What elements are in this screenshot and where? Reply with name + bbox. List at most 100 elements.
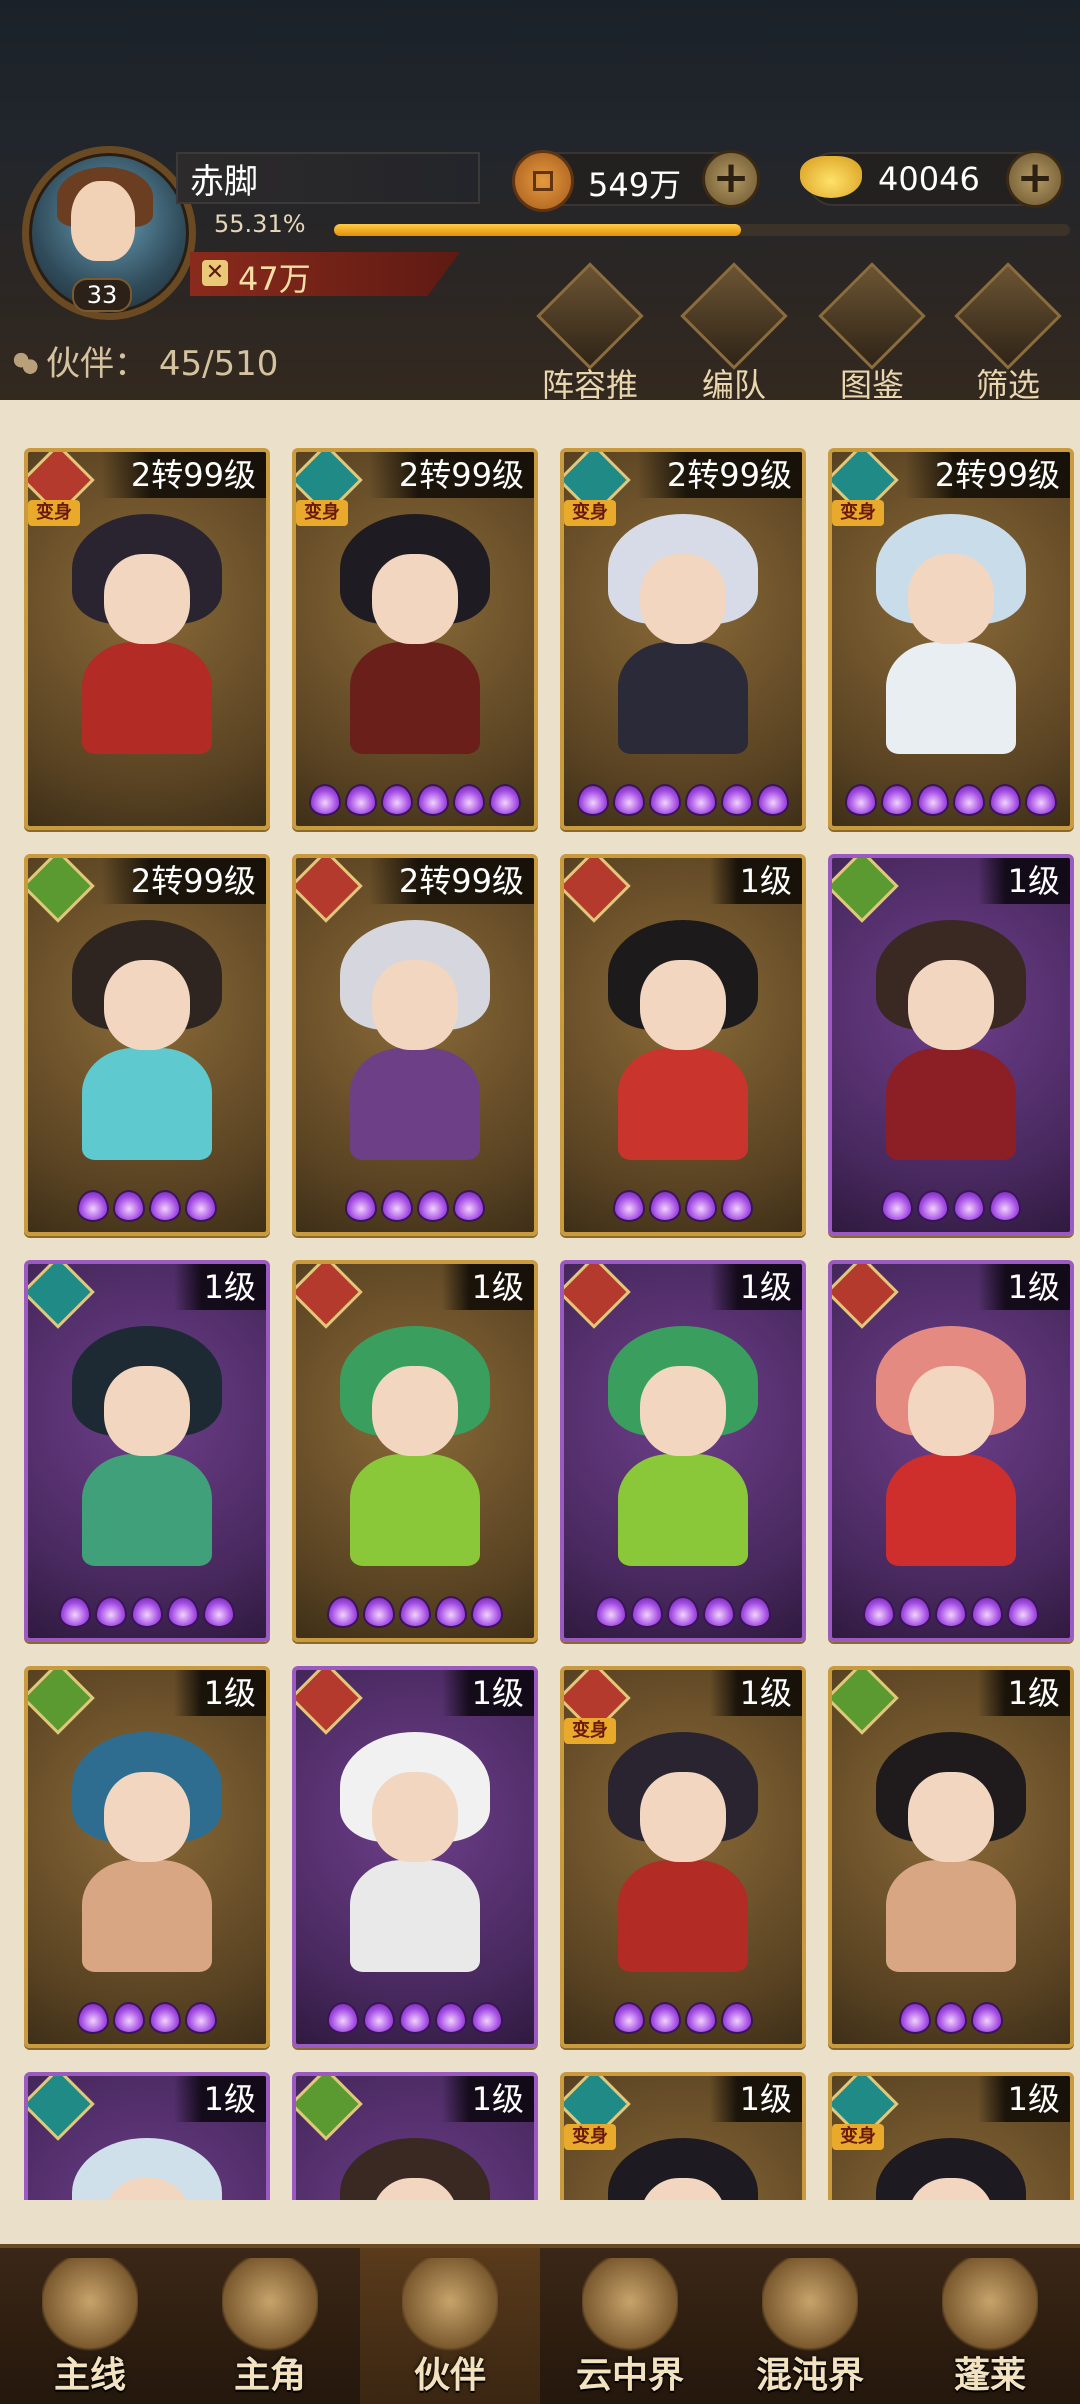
transform-badge: 变身 xyxy=(832,2124,884,2150)
add-coins-button[interactable]: + xyxy=(702,150,760,208)
partner-level: 1级 xyxy=(441,1670,534,1716)
wind-element-icon xyxy=(28,1670,95,1735)
star-flame-icon xyxy=(381,1190,413,1222)
fire-element-icon xyxy=(832,1264,899,1329)
swords-icon: ✕ xyxy=(202,260,228,286)
partner-level: 2转99级 xyxy=(636,452,802,498)
partner-card[interactable]: 2转99级 xyxy=(292,854,538,1236)
partner-portrait xyxy=(598,2138,768,2200)
portrait-face xyxy=(372,960,458,1050)
star-flame-icon xyxy=(613,2002,645,2034)
portrait-face xyxy=(908,1366,994,1456)
partner-card[interactable]: 2转99级 xyxy=(24,854,270,1236)
nav-label: 伙伴 xyxy=(413,2355,486,2396)
crown-icon xyxy=(402,2258,498,2354)
partner-card[interactable]: 1级 xyxy=(828,854,1074,1236)
codex-button[interactable]: 图鉴 xyxy=(812,262,932,406)
gold-ingot-icon xyxy=(800,156,862,198)
nav-label: 蓬莱 xyxy=(953,2355,1026,2396)
partner-card[interactable]: 1级 xyxy=(24,1260,270,1642)
nav-label: 主角 xyxy=(233,2355,306,2396)
star-flame-icon xyxy=(149,1190,181,1222)
portrait-body xyxy=(618,642,748,754)
partner-portrait xyxy=(330,1732,500,1972)
partner-card[interactable]: 1级 xyxy=(24,2072,270,2200)
partner-level: 1级 xyxy=(977,1670,1070,1716)
partner-card[interactable]: 变身 2转99级 xyxy=(560,448,806,830)
partner-card[interactable]: 变身 2转99级 xyxy=(292,448,538,830)
partner-card[interactable]: 1级 xyxy=(560,854,806,1236)
nav-item[interactable]: 蓬莱 xyxy=(900,2248,1080,2404)
partner-level: 2转99级 xyxy=(368,452,534,498)
bottom-nav: 主线 主角 伙伴 云中界 混沌界 蓬莱 xyxy=(0,2244,1080,2404)
partner-portrait xyxy=(598,920,768,1160)
star-flame-icon xyxy=(935,1596,967,1628)
star-flame-icon xyxy=(649,2002,681,2034)
coin-value: 549万 xyxy=(588,166,682,204)
partner-count: 伙伴： 45/510 xyxy=(12,336,278,385)
portrait-face xyxy=(640,1366,726,1456)
partner-card[interactable]: 变身 1级 xyxy=(560,1666,806,2048)
wind-element-icon xyxy=(832,1670,899,1735)
partner-portrait xyxy=(598,1732,768,1972)
wind-element-icon xyxy=(28,858,95,923)
nav-label: 主线 xyxy=(53,2355,126,2396)
partner-portrait xyxy=(62,1326,232,1566)
star-flame-icon xyxy=(309,784,341,816)
formation-button[interactable]: 编队 xyxy=(674,262,794,406)
partner-card[interactable]: 1级 xyxy=(292,2072,538,2200)
star-flame-icon xyxy=(703,1596,735,1628)
add-ingots-button[interactable]: + xyxy=(1006,150,1064,208)
coin-counter: 549万 + xyxy=(512,150,760,212)
star-flame-icon xyxy=(95,1596,127,1628)
star-rating xyxy=(832,2002,1070,2038)
partner-card[interactable]: 1级 xyxy=(24,1666,270,2048)
sage-icon xyxy=(942,2258,1038,2354)
star-rating xyxy=(564,784,802,820)
partner-card[interactable]: 1级 xyxy=(560,1260,806,1642)
partner-portrait xyxy=(866,920,1036,1160)
star-flame-icon xyxy=(989,1190,1021,1222)
nav-item[interactable]: 主角 xyxy=(180,2248,360,2404)
star-rating xyxy=(564,1596,802,1632)
star-flame-icon xyxy=(417,1190,449,1222)
wind-element-icon xyxy=(296,2076,363,2141)
partner-card[interactable]: 变身 1级 xyxy=(828,2072,1074,2200)
star-flame-icon xyxy=(453,1190,485,1222)
portrait-body xyxy=(886,1860,1016,1972)
nav-item[interactable]: 主线 xyxy=(0,2248,180,2404)
fire-element-icon xyxy=(564,1264,631,1329)
partner-level: 1级 xyxy=(977,1264,1070,1310)
star-flame-icon xyxy=(881,1190,913,1222)
partner-portrait xyxy=(62,2138,232,2200)
partner-card[interactable]: 1级 xyxy=(292,1260,538,1642)
partner-card[interactable]: 1级 xyxy=(292,1666,538,2048)
nav-item[interactable]: 伙伴 xyxy=(360,2248,540,2404)
star-flame-icon xyxy=(489,784,521,816)
star-flame-icon xyxy=(363,1596,395,1628)
nav-label: 云中界 xyxy=(575,2355,684,2396)
star-flame-icon xyxy=(113,2002,145,2034)
filter-button[interactable]: 筛选 xyxy=(948,262,1068,406)
nav-item[interactable]: 混沌界 xyxy=(720,2248,900,2404)
portrait-body xyxy=(82,1048,212,1160)
nav-label: 混沌界 xyxy=(755,2355,864,2396)
partner-card[interactable]: 变身 2转99级 xyxy=(24,448,270,830)
partner-level: 1级 xyxy=(441,1264,534,1310)
partner-card[interactable]: 变身 1级 xyxy=(560,2072,806,2200)
partner-card[interactable]: 1级 xyxy=(828,1260,1074,1642)
partner-level: 2转99级 xyxy=(368,858,534,904)
star-flame-icon xyxy=(471,1596,503,1628)
portrait-face xyxy=(104,1366,190,1456)
player-name: 赤脚 xyxy=(190,162,258,202)
partner-portrait xyxy=(866,1732,1036,1972)
nav-item[interactable]: 云中界 xyxy=(540,2248,720,2404)
portrait-body xyxy=(350,1860,480,1972)
star-flame-icon xyxy=(757,784,789,816)
star-flame-icon xyxy=(453,784,485,816)
partners-icon xyxy=(12,351,38,377)
partner-card[interactable]: 1级 xyxy=(828,1666,1074,2048)
star-flame-icon xyxy=(899,2002,931,2034)
star-flame-icon xyxy=(721,784,753,816)
partner-card[interactable]: 变身 2转99级 xyxy=(828,448,1074,830)
